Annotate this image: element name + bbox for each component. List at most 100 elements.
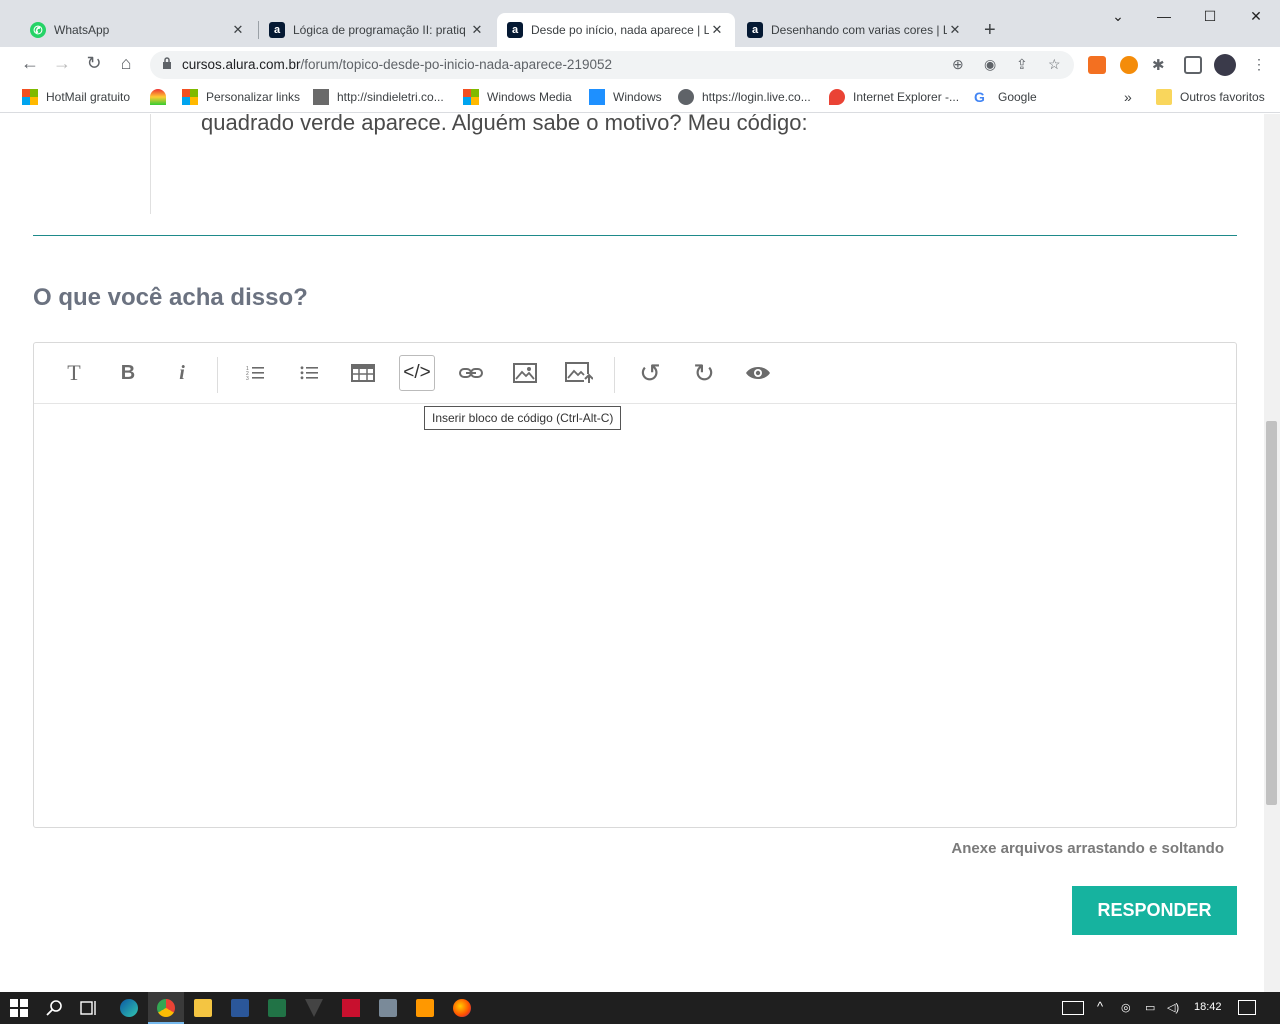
- bookmark-windows[interactable]: Windows: [589, 89, 662, 105]
- ordered-list-icon: 123: [246, 366, 264, 381]
- windows-icon: [589, 89, 605, 105]
- excel-icon[interactable]: [268, 999, 286, 1017]
- tab-logica[interactable]: a Lógica de programação II: pratiq ✕: [259, 13, 495, 47]
- bookmark-internet-explorer[interactable]: Internet Explorer -...: [829, 89, 959, 105]
- bookmarks-bar: HotMail gratuito Personalizar links http…: [0, 83, 1280, 113]
- reload-button[interactable]: ↻: [82, 53, 106, 74]
- notification-icon[interactable]: [1238, 1000, 1256, 1015]
- preview-button[interactable]: [740, 355, 776, 391]
- close-icon[interactable]: ✕: [230, 22, 246, 38]
- table-icon: [351, 364, 375, 382]
- tab-search-icon[interactable]: ⌄: [1108, 8, 1128, 25]
- italic-icon: i: [179, 361, 185, 384]
- task-view-icon[interactable]: [80, 999, 98, 1017]
- bookmark-sindieletri[interactable]: http://sindieletri.co...: [313, 89, 444, 105]
- heading-button[interactable]: T: [56, 355, 92, 391]
- side-panel-icon[interactable]: [1184, 56, 1202, 74]
- whatsapp-icon: ✆: [30, 22, 46, 38]
- volume-icon[interactable]: ◁): [1167, 1001, 1179, 1014]
- firefox-icon[interactable]: [453, 999, 471, 1017]
- network-icon[interactable]: ▭: [1145, 1001, 1155, 1014]
- menu-icon[interactable]: ⋮: [1250, 56, 1268, 74]
- code-icon: </>: [403, 362, 431, 383]
- chevron-up-icon[interactable]: ^: [1097, 999, 1103, 1014]
- bold-button[interactable]: B: [110, 355, 146, 391]
- upload-image-icon: [565, 362, 593, 383]
- close-icon[interactable]: ✕: [947, 22, 963, 38]
- redo-button[interactable]: ↻: [686, 355, 722, 391]
- ordered-list-button[interactable]: 123: [237, 355, 273, 391]
- maps-pin-icon: [829, 89, 845, 105]
- windows-start-icon[interactable]: [10, 999, 28, 1017]
- maximize-button[interactable]: ☐: [1200, 8, 1220, 25]
- chrome-icon[interactable]: [157, 999, 175, 1017]
- close-icon[interactable]: ✕: [709, 22, 725, 38]
- extensions-puzzle-icon[interactable]: ✱: [1152, 56, 1170, 74]
- share-icon[interactable]: ⇪: [1016, 56, 1028, 73]
- meet-now-icon[interactable]: ◎: [1121, 1001, 1131, 1014]
- post-body-text: quadrado verde aparece. Alguém sabe o mo…: [201, 114, 808, 135]
- bookmarks-overflow-button[interactable]: »: [1124, 89, 1132, 105]
- bookmark-hotmail[interactable]: HotMail gratuito: [22, 89, 130, 105]
- back-button[interactable]: ←: [18, 53, 42, 74]
- app-red-icon[interactable]: [342, 999, 360, 1017]
- bookmark-personalizar[interactable]: Personalizar links: [182, 89, 300, 105]
- alura-icon: a: [747, 22, 763, 38]
- bookmark-outros-favoritos[interactable]: Outros favoritos: [1156, 89, 1265, 105]
- clock[interactable]: 18:42: [1194, 1001, 1222, 1013]
- rainbow-icon: [150, 89, 166, 105]
- lock-icon: [163, 57, 171, 69]
- tab-whatsapp[interactable]: ✆ WhatsApp ✕: [20, 13, 256, 47]
- news-icon[interactable]: [1062, 1001, 1084, 1015]
- undo-button[interactable]: ↺: [632, 355, 668, 391]
- table-button[interactable]: [345, 355, 381, 391]
- minimize-button[interactable]: —: [1154, 8, 1174, 24]
- word-icon[interactable]: [231, 999, 249, 1017]
- bookmark-rainbow[interactable]: [150, 89, 174, 105]
- italic-button[interactable]: i: [164, 355, 200, 391]
- bookmark-google[interactable]: G Google: [974, 89, 1037, 105]
- redo-icon: ↻: [693, 357, 715, 388]
- link-icon: [459, 368, 483, 378]
- page-scrollbar-thumb[interactable]: [1266, 421, 1277, 805]
- globe-icon: [678, 89, 694, 105]
- folder-icon: [1156, 89, 1172, 105]
- address-bar[interactable]: cursos.alura.com.br/forum/topico-desde-p…: [150, 51, 1074, 79]
- bookmark-windows-media[interactable]: Windows Media: [463, 89, 572, 105]
- bookmark-login-live[interactable]: https://login.live.co...: [678, 89, 811, 105]
- close-icon[interactable]: ✕: [469, 22, 485, 38]
- image-button[interactable]: [507, 355, 543, 391]
- home-button[interactable]: ⌂: [114, 53, 138, 74]
- new-tab-button[interactable]: +: [984, 19, 996, 42]
- svg-text:3: 3: [246, 376, 249, 381]
- close-window-button[interactable]: ✕: [1246, 8, 1266, 25]
- profile-avatar[interactable]: [1214, 54, 1236, 76]
- file-explorer-icon[interactable]: [194, 999, 212, 1017]
- search-icon[interactable]: [46, 999, 64, 1017]
- link-button[interactable]: [453, 355, 489, 391]
- page-content: quadrado verde aparece. Alguém sabe o mo…: [8, 114, 1264, 992]
- microsoft-icon: [22, 89, 38, 105]
- tab-title: Lógica de programação II: pratiq: [293, 23, 466, 37]
- bookmark-star-icon[interactable]: ☆: [1048, 56, 1061, 73]
- upload-image-button[interactable]: [561, 355, 597, 391]
- tracking-eye-icon[interactable]: ◉: [984, 56, 996, 73]
- calculator-icon[interactable]: [379, 999, 397, 1017]
- edge-icon[interactable]: [120, 999, 138, 1017]
- tab-desenhando[interactable]: a Desenhando com varias cores | L ✕: [737, 13, 973, 47]
- sublime-icon[interactable]: [416, 999, 434, 1017]
- unordered-list-button[interactable]: [291, 355, 327, 391]
- reply-button[interactable]: RESPONDER: [1072, 886, 1237, 935]
- image-icon: [513, 363, 537, 383]
- heading-icon: T: [67, 360, 81, 385]
- tab-desde-po-inicio[interactable]: a Desde po início, nada aparece | L ✕: [497, 13, 735, 47]
- tab-title: Desde po início, nada aparece | L: [531, 23, 709, 37]
- forward-button[interactable]: →: [50, 53, 74, 74]
- zoom-icon[interactable]: ⊕: [952, 56, 964, 73]
- extension-rss-icon[interactable]: [1088, 56, 1106, 74]
- extension-avast-icon[interactable]: [1120, 56, 1138, 74]
- code-block-button[interactable]: </>: [399, 355, 435, 391]
- app-shield-icon[interactable]: [305, 999, 323, 1017]
- editor-text-area[interactable]: [34, 405, 1236, 827]
- tab-title: WhatsApp: [54, 23, 110, 37]
